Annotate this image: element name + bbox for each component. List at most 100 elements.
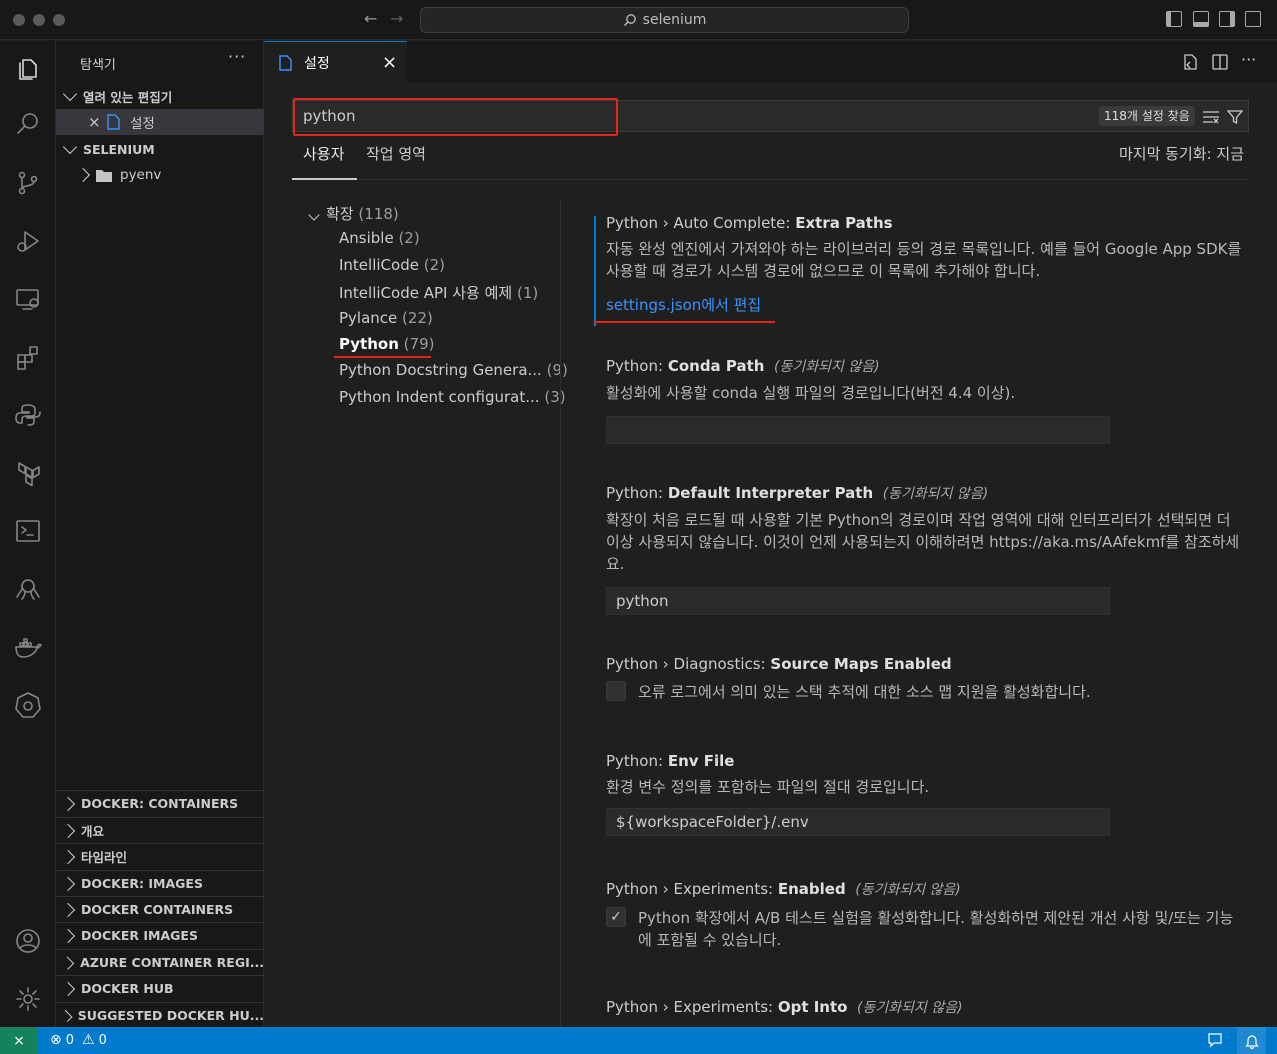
zoom-window-button[interactable] [53, 14, 65, 26]
toc-item-ansible[interactable]: Ansible (2) [339, 229, 420, 247]
edit-in-settings-json-link[interactable]: settings.json에서 편집 [606, 294, 1246, 315]
tab-label: 설정 [304, 55, 330, 72]
section-azure-container-registry[interactable]: AZURE CONTAINER REGI... [56, 949, 264, 975]
clear-filter-icon[interactable] [1202, 110, 1220, 124]
toc-label: Ansible [339, 229, 394, 247]
tab-user-settings[interactable]: 사용자 [303, 143, 344, 164]
toggle-panel-icon[interactable] [1193, 11, 1209, 27]
manage-gear-icon[interactable] [10, 981, 46, 1017]
experiments-checkbox[interactable]: ✓ [606, 907, 626, 927]
split-editor-icon[interactable] [1211, 53, 1229, 71]
folder-header-selenium[interactable]: SELENIUM [56, 136, 264, 162]
setting-title: Python › Auto Complete: Extra Paths [606, 214, 893, 232]
setting-default-interpreter-path: Python: Default Interpreter Path (동기화되지 … [606, 483, 1246, 615]
section-timeline[interactable]: 타임라인 [56, 843, 264, 869]
close-window-button[interactable] [13, 14, 25, 26]
open-settings-json-icon[interactable] [1181, 53, 1199, 71]
close-icon[interactable]: × [88, 113, 106, 131]
source-control-icon[interactable] [10, 165, 46, 201]
source-maps-checkbox[interactable] [606, 681, 626, 701]
toc-item-python-docstring[interactable]: Python Docstring Genera... (9) [339, 361, 568, 379]
section-label: DOCKER: IMAGES [81, 876, 203, 891]
settings-search-input[interactable]: python 118개 설정 찾음 [292, 98, 1249, 136]
toc-label: IntelliCode API 사용 예제 [339, 284, 513, 302]
toc-item-intellicode-api[interactable]: IntelliCode API 사용 예제 (1) [339, 282, 538, 303]
search-icon[interactable] [10, 106, 46, 142]
error-icon: ⊗ [50, 1032, 62, 1048]
section-docker-containers[interactable]: DOCKER: CONTAINERS [56, 790, 264, 816]
setting-title: Python › Diagnostics: Source Maps Enable… [606, 655, 952, 673]
tree-item-pyenv[interactable]: pyenv [56, 162, 264, 188]
default-interpreter-path-input[interactable]: python [606, 587, 1110, 615]
remote-indicator-icon[interactable]: ⨯ [0, 1027, 38, 1054]
tab-workspace-settings[interactable]: 작업 영역 [366, 143, 426, 164]
toc-count: (22) [402, 309, 433, 327]
section-docker-images-2[interactable]: DOCKER IMAGES [56, 922, 264, 948]
forward-arrow-icon[interactable]: → [390, 9, 403, 29]
toc-count: (2) [398, 229, 420, 247]
terminal-icon[interactable] [10, 513, 46, 549]
terraform-icon[interactable] [10, 455, 46, 491]
toc-item-intellicode[interactable]: IntelliCode (2) [339, 256, 445, 274]
setting-conda-path: Python: Conda Path (동기화되지 않음) 활성화에 사용할 c… [606, 356, 1246, 444]
command-center-search[interactable]: selenium [420, 7, 909, 33]
minimize-window-button[interactable] [33, 14, 45, 26]
setting-description: 환경 변수 정의를 포함하는 파일의 절대 경로입니다. [606, 778, 930, 796]
status-bar: ⨯ ⊗ 0 ⚠ 0 [0, 1027, 1277, 1054]
toc-count: (79) [403, 335, 435, 353]
problems-indicator[interactable]: ⊗ 0 ⚠ 0 [50, 1032, 107, 1048]
section-outline[interactable]: 개요 [56, 817, 264, 843]
env-file-input[interactable]: ${workspaceFolder}/.env [606, 808, 1110, 836]
toc-item-pylance[interactable]: Pylance (22) [339, 309, 433, 327]
setting-title: Python: Conda Path (동기화되지 않음) [606, 357, 880, 375]
toc-item-python-indent[interactable]: Python Indent configurat... (3) [339, 388, 566, 406]
toggle-secondary-sidebar-icon[interactable] [1219, 11, 1235, 27]
setting-title: Python › Experiments: Opt Into (동기화되지 않음… [606, 998, 963, 1016]
section-docker-containers-2[interactable]: DOCKER CONTAINERS [56, 896, 264, 922]
chevron-right-icon [60, 849, 76, 864]
close-icon[interactable]: × [382, 52, 397, 73]
chevron-right-icon [60, 902, 76, 917]
toggle-primary-sidebar-icon[interactable] [1166, 11, 1182, 27]
customize-layout-icon[interactable] [1245, 11, 1261, 27]
toc-item-extensions[interactable]: 확장 (118) [308, 203, 399, 224]
section-docker-images[interactable]: DOCKER: IMAGES [56, 870, 264, 896]
open-editors-header[interactable]: 열려 있는 편집기 [56, 83, 264, 109]
tab-settings[interactable]: 설정 × [264, 41, 407, 83]
chevron-right-icon [60, 823, 76, 838]
explorer-icon[interactable] [10, 50, 46, 86]
account-icon[interactable] [10, 923, 46, 959]
octopus-icon[interactable] [10, 571, 46, 607]
more-actions-icon[interactable]: ··· [1241, 50, 1256, 69]
setting-experiments-opt-into: Python › Experiments: Opt Into (동기화되지 않음… [606, 997, 1246, 1017]
section-docker-hub[interactable]: DOCKER HUB [56, 975, 264, 1001]
open-editor-item-settings[interactable]: × 설정 [56, 109, 264, 135]
setting-description: 활성화에 사용할 conda 실행 파일의 경로입니다(버전 4.4 이상). [606, 384, 1016, 402]
chevron-right-icon [60, 796, 76, 811]
setting-description: 오류 로그에서 의미 있는 스택 추적에 대한 소스 맵 지원을 활성화합니다. [638, 683, 1091, 701]
feedback-icon[interactable] [1207, 1032, 1223, 1048]
section-label: DOCKER: CONTAINERS [81, 796, 239, 811]
run-debug-icon[interactable] [10, 223, 46, 259]
extensions-icon[interactable] [10, 339, 46, 375]
section-suggested-docker-hub[interactable]: SUGGESTED DOCKER HU... [56, 1002, 264, 1028]
back-arrow-icon[interactable]: ← [364, 9, 377, 29]
toc-label: IntelliCode [339, 256, 419, 274]
link-underline [594, 321, 775, 323]
more-actions-icon[interactable]: ··· [228, 47, 246, 66]
remote-explorer-icon[interactable] [10, 281, 46, 317]
toc-item-python[interactable]: Python (79) [339, 335, 434, 353]
setting-title: Python › Experiments: Enabled (동기화되지 않음) [606, 880, 961, 898]
filter-icon[interactable] [1227, 109, 1243, 125]
notifications-bell-icon[interactable] [1237, 1027, 1266, 1054]
kubernetes-icon[interactable] [10, 687, 46, 723]
conda-path-input[interactable] [606, 416, 1110, 444]
editor-tab-bar: 설정 × ··· [264, 41, 1277, 83]
file-icon [107, 114, 120, 130]
chevron-down-icon [62, 86, 78, 102]
python-icon[interactable] [10, 397, 46, 433]
section-label: DOCKER CONTAINERS [81, 902, 234, 917]
setting-experiments-enabled: Python › Experiments: Enabled (동기화되지 않음)… [606, 879, 1246, 951]
docker-icon[interactable] [10, 629, 46, 665]
section-label: DOCKER IMAGES [81, 928, 198, 943]
